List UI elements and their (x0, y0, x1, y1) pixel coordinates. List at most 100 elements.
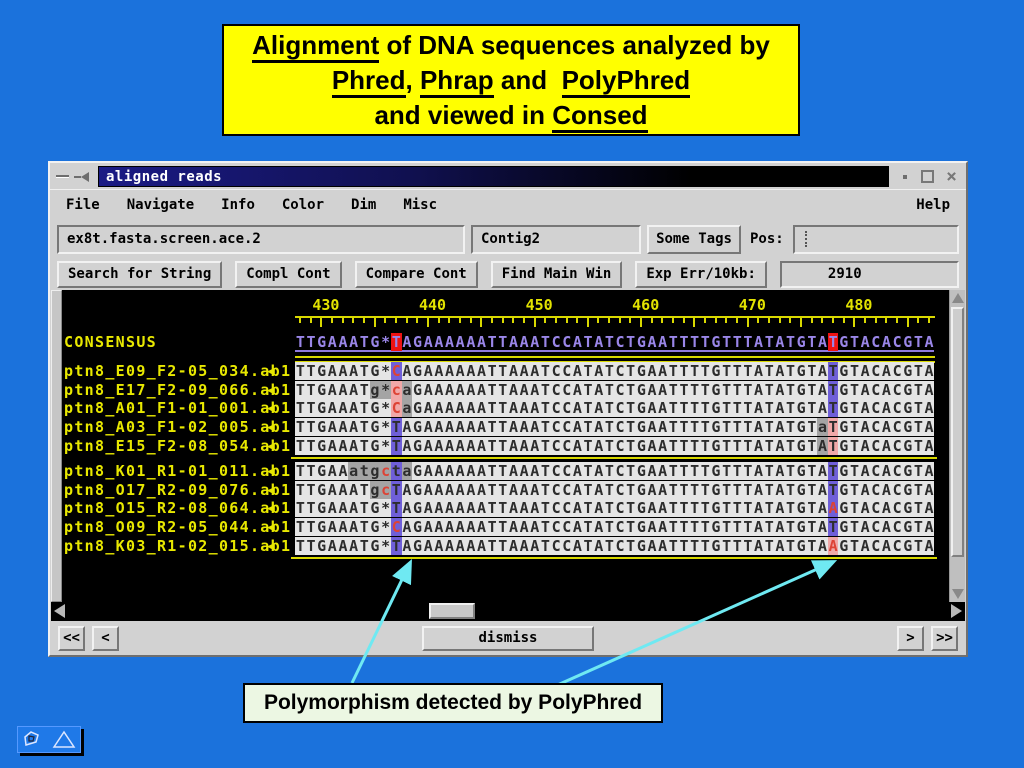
base-cell[interactable]: T (743, 381, 754, 399)
base-cell[interactable]: A (466, 437, 477, 455)
base-cell[interactable]: T (849, 462, 860, 480)
base-cell[interactable]: G (316, 362, 327, 380)
base-cell[interactable]: A (775, 499, 786, 517)
base-cell[interactable]: T (689, 418, 700, 436)
base-cell[interactable]: C (892, 381, 903, 399)
page-prev-button[interactable]: < (92, 626, 119, 651)
read-name[interactable]: ptn8_O15_R2-08_064.ab1 (64, 499, 291, 518)
read-sequence[interactable]: TTGAAATG*TAGAAAAAATTAAATCCATATCTGAATTTTG… (295, 537, 934, 556)
base-cell[interactable]: G (838, 333, 849, 351)
base-cell[interactable]: C (615, 481, 626, 499)
base-cell[interactable]: C (561, 437, 572, 455)
base-cell[interactable]: A (593, 399, 604, 417)
horizontal-scroll-thumb[interactable] (429, 603, 475, 619)
base-cell[interactable]: T (679, 362, 690, 380)
base-cell[interactable]: C (615, 462, 626, 480)
base-cell[interactable]: T (785, 518, 796, 536)
base-cell[interactable]: c (380, 462, 391, 480)
base-cell[interactable]: A (338, 537, 349, 555)
base-cell[interactable]: T (497, 537, 508, 555)
base-cell[interactable]: A (423, 499, 434, 517)
base-cell[interactable]: T (721, 418, 732, 436)
base-cell[interactable]: T (540, 537, 551, 555)
base-cell[interactable]: G (838, 381, 849, 399)
base-cell[interactable]: A (466, 362, 477, 380)
base-cell[interactable]: G (636, 462, 647, 480)
base-cell[interactable]: A (476, 481, 487, 499)
exp-err-button[interactable]: Exp Err/10kb: (635, 261, 767, 288)
base-cell[interactable]: G (902, 418, 913, 436)
contig-field[interactable]: Contig2 (471, 225, 641, 254)
base-cell[interactable]: T (625, 481, 636, 499)
base-cell[interactable]: T (679, 481, 690, 499)
base-cell[interactable]: A (519, 518, 530, 536)
base-cell[interactable]: G (838, 362, 849, 380)
base-cell[interactable]: T (668, 333, 679, 351)
base-cell[interactable]: T (689, 381, 700, 399)
base-cell[interactable]: A (924, 462, 935, 480)
base-cell[interactable]: G (316, 462, 327, 480)
base-cell[interactable]: T (689, 333, 700, 351)
base-cell[interactable]: G (412, 462, 423, 480)
base-cell[interactable]: G (316, 418, 327, 436)
base-cell[interactable]: A (529, 481, 540, 499)
base-cell[interactable]: * (380, 537, 391, 555)
base-cell[interactable]: A (817, 381, 828, 399)
base-cell[interactable]: T (913, 418, 924, 436)
base-cell[interactable]: T (487, 499, 498, 517)
base-cell[interactable]: a (348, 462, 359, 480)
base-cell[interactable]: T (743, 399, 754, 417)
base-cell[interactable]: C (551, 333, 562, 351)
base-cell[interactable]: C (870, 481, 881, 499)
base-cell[interactable]: T (540, 462, 551, 480)
base-cell[interactable]: * (380, 333, 391, 351)
base-cell[interactable]: C (615, 499, 626, 517)
base-cell[interactable]: A (402, 499, 413, 517)
base-cell[interactable]: A (434, 499, 445, 517)
base-cell[interactable]: T (679, 381, 690, 399)
base-cell[interactable]: T (391, 537, 402, 555)
base-cell[interactable]: * (380, 381, 391, 399)
base-cell[interactable]: T (807, 418, 818, 436)
base-cell[interactable]: T (849, 399, 860, 417)
base-cell[interactable]: T (497, 481, 508, 499)
base-cell[interactable]: C (551, 481, 562, 499)
base-cell[interactable]: A (924, 399, 935, 417)
base-cell[interactable]: a (402, 399, 413, 417)
base-cell[interactable]: A (434, 333, 445, 351)
base-cell[interactable]: G (636, 437, 647, 455)
consensus-sequence[interactable]: TTGAAATG*TAGAAAAAATTAAATCCATATCTGAATTTTG… (295, 333, 934, 352)
base-cell[interactable]: A (466, 399, 477, 417)
base-cell[interactable]: T (306, 537, 317, 555)
base-cell[interactable]: G (370, 418, 381, 436)
base-cell[interactable]: C (551, 381, 562, 399)
base-cell[interactable]: T (732, 481, 743, 499)
base-cell[interactable]: A (327, 462, 338, 480)
base-cell[interactable]: A (444, 362, 455, 380)
base-cell[interactable]: T (487, 381, 498, 399)
base-cell[interactable]: A (593, 481, 604, 499)
base-cell[interactable]: C (870, 381, 881, 399)
base-cell[interactable]: A (647, 437, 658, 455)
base-cell[interactable]: T (828, 518, 839, 536)
base-cell[interactable]: A (455, 333, 466, 351)
base-cell[interactable]: A (593, 381, 604, 399)
base-cell[interactable]: T (785, 399, 796, 417)
base-cell[interactable]: G (796, 418, 807, 436)
base-cell[interactable]: C (870, 518, 881, 536)
base-cell[interactable]: A (529, 381, 540, 399)
base-cell[interactable]: A (476, 537, 487, 555)
base-cell[interactable]: T (295, 481, 306, 499)
base-cell[interactable]: T (540, 418, 551, 436)
base-cell[interactable]: A (338, 381, 349, 399)
base-cell[interactable]: A (775, 399, 786, 417)
base-cell[interactable]: A (593, 362, 604, 380)
base-cell[interactable]: A (434, 381, 445, 399)
base-cell[interactable]: * (380, 362, 391, 380)
base-cell[interactable]: A (455, 518, 466, 536)
base-cell[interactable]: T (764, 333, 775, 351)
base-cell[interactable]: A (476, 499, 487, 517)
read-name[interactable]: ptn8_E17_F2-09_066.ab1 (64, 381, 291, 400)
base-cell[interactable]: T (625, 399, 636, 417)
base-cell[interactable]: C (892, 537, 903, 555)
